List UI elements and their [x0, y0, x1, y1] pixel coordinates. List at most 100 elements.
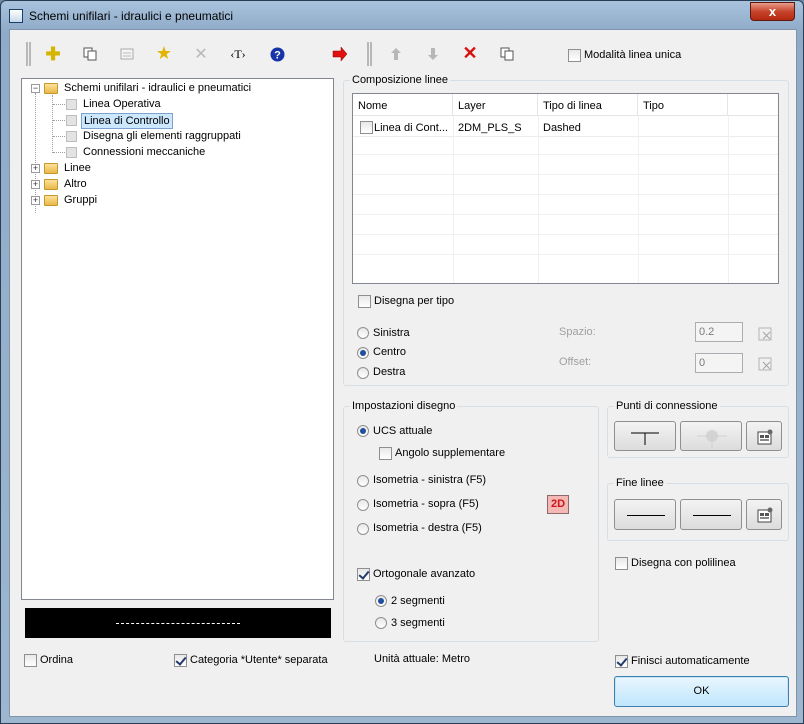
radio-iso-sopra-label: Isometria - sopra (F5) [373, 498, 479, 510]
impostazioni-group: Impostazioni disegno UCS attuale Angolo … [343, 400, 599, 642]
ortogonale-checkbox[interactable] [357, 568, 370, 581]
angolo-checkbox[interactable] [379, 447, 392, 460]
expand-icon[interactable]: + [31, 196, 40, 205]
composizione-title: Composizione linee [350, 74, 450, 86]
radio-iso-destra[interactable] [357, 523, 369, 535]
radio-centro-label: Centro [373, 346, 407, 358]
connection-dot-button [680, 421, 742, 451]
view-2d-badge[interactable]: 2D [547, 495, 569, 514]
ordina-label: Ordina [40, 654, 74, 666]
offset-input[interactable]: 0 [695, 353, 743, 373]
folder-icon [44, 195, 58, 206]
help-icon[interactable]: ? [267, 44, 287, 64]
radio-iso-sinistra-label: Isometria - sinistra (F5) [373, 474, 487, 486]
cell-layer: 2DM_PLS_S [458, 122, 522, 134]
folder-open-icon [44, 83, 58, 94]
tree-item-altro[interactable]: Altro [64, 178, 87, 190]
tree-root[interactable]: Schemi unifilari - idraulici e pneumatic… [64, 82, 251, 94]
leaf-icon [66, 131, 77, 142]
line-preview [25, 608, 331, 638]
spazio-input[interactable]: 0.2 [695, 322, 743, 342]
impostazioni-title: Impostazioni disegno [350, 400, 458, 412]
fine-linee-title: Fine linee [614, 477, 666, 489]
radio-sinistra-label: Sinistra [373, 327, 410, 339]
angolo-label: Angolo supplementare [395, 447, 506, 459]
disegna-per-tipo-checkbox[interactable] [358, 295, 371, 308]
fine-linee-settings-button[interactable] [746, 499, 782, 530]
tree-item-linea-operativa[interactable]: Linea Operativa [83, 98, 161, 110]
table-header: Nome Layer Tipo di linea Tipo [353, 94, 778, 116]
offset-label: Offset: [559, 356, 592, 368]
offset-pick-icon [755, 354, 775, 374]
tree-item-disegna-raggruppati[interactable]: Disegna gli elementi raggruppati [83, 130, 241, 142]
row-checkbox[interactable] [360, 121, 373, 134]
spazio-label: Spazio: [559, 326, 596, 338]
polilinea-checkbox[interactable] [615, 557, 628, 570]
radio-iso-destra-label: Isometria - destra (F5) [373, 522, 482, 534]
punti-title: Punti di connessione [614, 400, 720, 412]
radio-centro[interactable] [357, 347, 369, 359]
close-button[interactable]: x [750, 2, 795, 21]
finisci-checkbox[interactable] [615, 655, 628, 668]
ordina-checkbox[interactable] [24, 654, 37, 667]
arrow-down-icon [423, 44, 443, 64]
radio-iso-sinistra[interactable] [357, 475, 369, 487]
star-icon[interactable]: ★ [154, 43, 174, 63]
tree-item-linea-di-controllo[interactable]: Linea di Controllo [81, 113, 173, 129]
disegna-per-tipo-label: Disegna per tipo [374, 295, 455, 307]
tree-panel[interactable]: − Schemi unifilari - idraulici e pneumat… [21, 78, 334, 600]
arrow-up-icon [386, 44, 406, 64]
radio-ucs[interactable] [357, 425, 369, 437]
tree-item-connessioni[interactable]: Connessioni meccaniche [83, 146, 205, 158]
toolbar-grip [26, 42, 31, 66]
categoria-label: Categoria *Utente* separata [190, 654, 328, 666]
modalita-checkbox[interactable] [568, 49, 581, 62]
categoria-checkbox[interactable] [174, 654, 187, 667]
table-row[interactable]: Linea di Cont... 2DM_PLS_S Dashed [353, 117, 778, 137]
col-nome[interactable]: Nome [353, 94, 453, 116]
window-title: Schemi unifilari - idraulici e pneumatic… [29, 9, 234, 23]
copy-icon[interactable] [80, 44, 100, 64]
col-tipo[interactable]: Tipo [638, 94, 728, 116]
title-bar[interactable]: Schemi unifilari - idraulici e pneumatic… [5, 3, 795, 27]
finisci-label: Finisci automaticamente [631, 655, 750, 667]
folder-icon [44, 179, 58, 190]
settings-icon [755, 505, 775, 525]
duplicate-icon[interactable] [497, 44, 517, 64]
svg-text:?: ? [274, 49, 281, 61]
ortogonale-label: Ortogonale avanzato [373, 568, 476, 580]
toolbar-separator [367, 42, 372, 66]
add-icon[interactable]: ✚ [43, 44, 63, 64]
arrow-right-icon[interactable] [330, 44, 350, 64]
radio-3-segmenti[interactable] [375, 617, 387, 629]
composizione-group: Composizione linee Nome Layer Tipo di li… [343, 74, 789, 386]
leaf-icon [66, 115, 77, 126]
cell-nome: Linea di Cont... [374, 122, 448, 134]
ok-button[interactable]: OK [614, 676, 789, 707]
unita-label: Unità attuale: Metro [374, 653, 470, 665]
radio-2-segmenti-label: 2 segmenti [391, 595, 445, 607]
radio-iso-sopra[interactable] [357, 499, 369, 511]
punti-group: Punti di connessione [607, 400, 789, 458]
leaf-icon [66, 147, 77, 158]
text-icon[interactable]: ‹T› [228, 44, 248, 64]
col-layer[interactable]: Layer [453, 94, 538, 116]
radio-sinistra[interactable] [357, 327, 369, 339]
radio-destra[interactable] [357, 367, 369, 379]
fine-linee-end-button[interactable] [680, 499, 742, 530]
punti-settings-button[interactable] [746, 421, 782, 451]
line-table[interactable]: Nome Layer Tipo di linea Tipo Linea di C… [352, 93, 779, 284]
connection-t-button[interactable] [614, 421, 676, 451]
fine-linee-start-button[interactable] [614, 499, 676, 530]
folder-icon [44, 163, 58, 174]
settings-icon [755, 427, 775, 447]
collapse-icon[interactable]: − [31, 84, 40, 93]
col-tipo-linea[interactable]: Tipo di linea [538, 94, 638, 116]
tree-item-linee[interactable]: Linee [64, 162, 91, 174]
dialog-client: ✚ ★ ✕ ‹T› ? ✕ Modalità linea unica − Sch… [9, 29, 797, 717]
delete-icon[interactable]: ✕ [460, 43, 480, 63]
expand-icon[interactable]: + [31, 180, 40, 189]
tree-item-gruppi[interactable]: Gruppi [64, 194, 97, 206]
radio-2-segmenti[interactable] [375, 595, 387, 607]
expand-icon[interactable]: + [31, 164, 40, 173]
